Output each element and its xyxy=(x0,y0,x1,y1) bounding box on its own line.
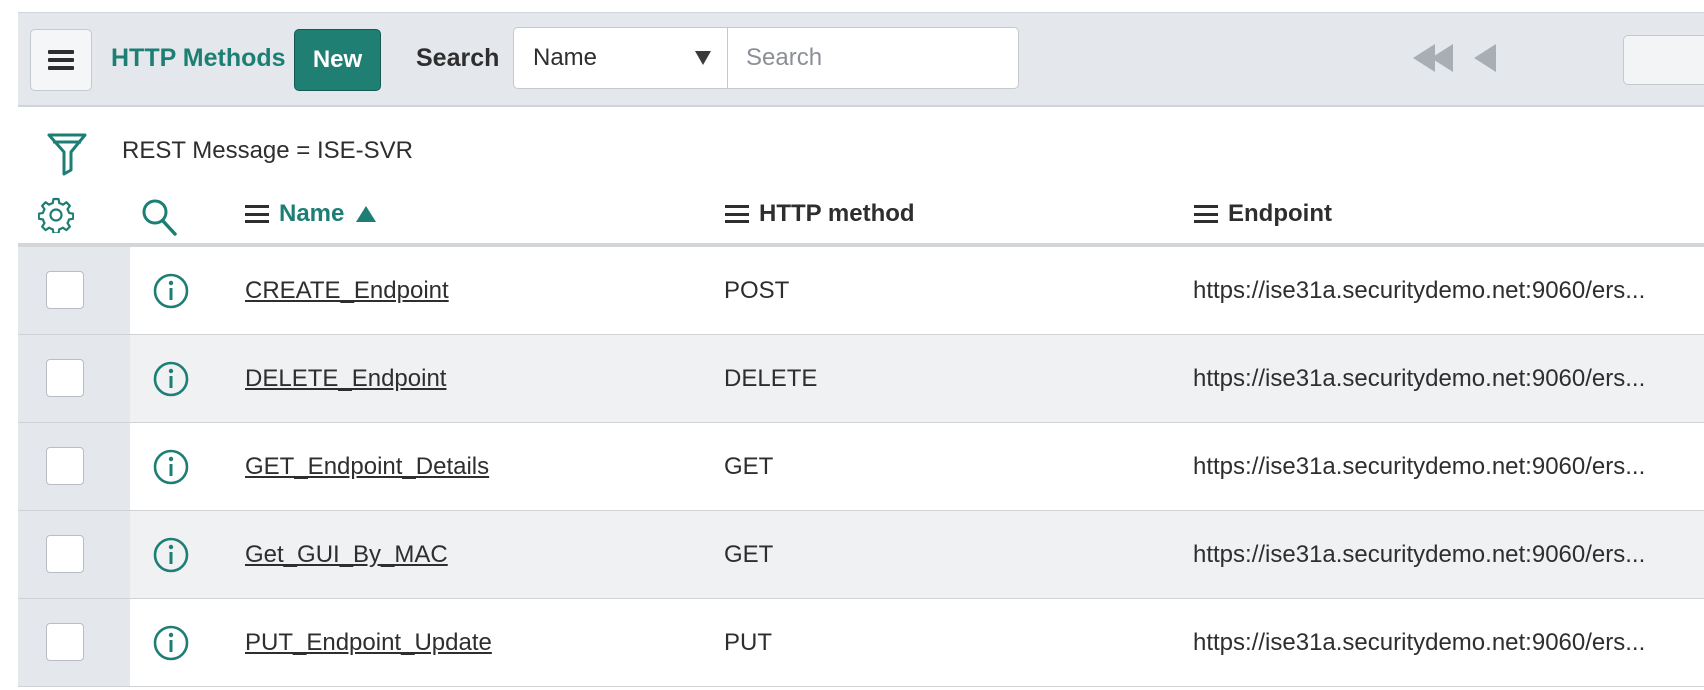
column-header-endpoint[interactable]: Endpoint xyxy=(1194,185,1332,243)
list-title[interactable]: HTTP Methods xyxy=(111,13,286,104)
row-endpoint: https://ise31a.securitydemo.net:9060/ers… xyxy=(1193,541,1646,568)
row-checkbox[interactable] xyxy=(46,271,84,309)
row-http-method: PUT xyxy=(724,629,772,656)
filter-icon[interactable] xyxy=(47,132,87,176)
first-page-button[interactable] xyxy=(1413,44,1453,72)
gear-icon[interactable] xyxy=(38,197,74,233)
search-label: Search xyxy=(416,44,500,72)
row-name-link[interactable]: DELETE_Endpoint xyxy=(245,335,446,422)
row-endpoint: https://ise31a.securitydemo.net:9060/ers… xyxy=(1193,365,1646,392)
table-row: DELETE_Endpoint DELETE https://ise31a.se… xyxy=(18,335,1704,423)
row-http-method: POST xyxy=(724,277,790,304)
row-name-link[interactable]: PUT_Endpoint_Update xyxy=(245,599,492,686)
list-header-bar: HTTP Methods New Search Name 1 xyxy=(18,12,1704,107)
filter-breadcrumb[interactable]: REST Message = ISE-SVR xyxy=(122,134,413,168)
row-http-method: GET xyxy=(724,541,774,568)
row-endpoint: https://ise31a.securitydemo.net:9060/ers… xyxy=(1193,629,1646,656)
chevron-down-icon xyxy=(695,51,711,65)
column-menu-icon[interactable] xyxy=(1194,205,1218,223)
column-header-name[interactable]: Name xyxy=(245,185,377,243)
row-http-method: GET xyxy=(724,453,774,480)
column-endpoint-label: Endpoint xyxy=(1228,200,1332,227)
search-icon[interactable] xyxy=(140,197,178,237)
table-row: GET_Endpoint_Details GET https://ise31a.… xyxy=(18,423,1704,511)
column-menu-icon[interactable] xyxy=(725,205,749,223)
column-header-row: Name HTTP method Endpoint xyxy=(18,185,1704,247)
table-row: Get_GUI_By_MAC GET https://ise31a.securi… xyxy=(18,511,1704,599)
previous-page-button[interactable] xyxy=(1474,44,1496,72)
table-row: PUT_Endpoint_Update PUT https://ise31a.s… xyxy=(18,599,1704,687)
column-name-label: Name xyxy=(279,200,345,227)
row-http-method: DELETE xyxy=(724,365,818,392)
column-header-http-method[interactable]: HTTP method xyxy=(725,185,915,243)
left-triangle-icon xyxy=(1474,44,1496,72)
info-icon[interactable] xyxy=(152,624,190,662)
row-checkbox[interactable] xyxy=(46,447,84,485)
info-icon[interactable] xyxy=(152,536,190,574)
list-menu-button[interactable] xyxy=(30,29,92,91)
new-button[interactable]: New xyxy=(294,29,381,91)
page-number-input[interactable]: 1 xyxy=(1623,35,1704,85)
row-checkbox[interactable] xyxy=(46,623,84,661)
row-endpoint: https://ise31a.securitydemo.net:9060/ers… xyxy=(1193,453,1646,480)
column-http-method-label: HTTP method xyxy=(759,200,915,227)
row-endpoint: https://ise31a.securitydemo.net:9060/ers… xyxy=(1193,277,1646,304)
row-checkbox[interactable] xyxy=(46,359,84,397)
column-menu-icon[interactable] xyxy=(245,205,269,223)
hamburger-icon xyxy=(48,50,74,70)
search-field-value: Name xyxy=(533,44,598,71)
row-name-link[interactable]: GET_Endpoint_Details xyxy=(245,423,489,510)
info-icon[interactable] xyxy=(152,272,190,310)
search-input[interactable] xyxy=(727,27,1019,89)
info-icon[interactable] xyxy=(152,360,190,398)
row-name-link[interactable]: CREATE_Endpoint xyxy=(245,247,449,334)
row-name-link[interactable]: Get_GUI_By_MAC xyxy=(245,511,448,598)
sort-ascending-icon xyxy=(356,206,377,222)
row-checkbox[interactable] xyxy=(46,535,84,573)
search-field-select[interactable]: Name xyxy=(513,27,728,89)
table-row: CREATE_Endpoint POST https://ise31a.secu… xyxy=(18,247,1704,335)
info-icon[interactable] xyxy=(152,448,190,486)
